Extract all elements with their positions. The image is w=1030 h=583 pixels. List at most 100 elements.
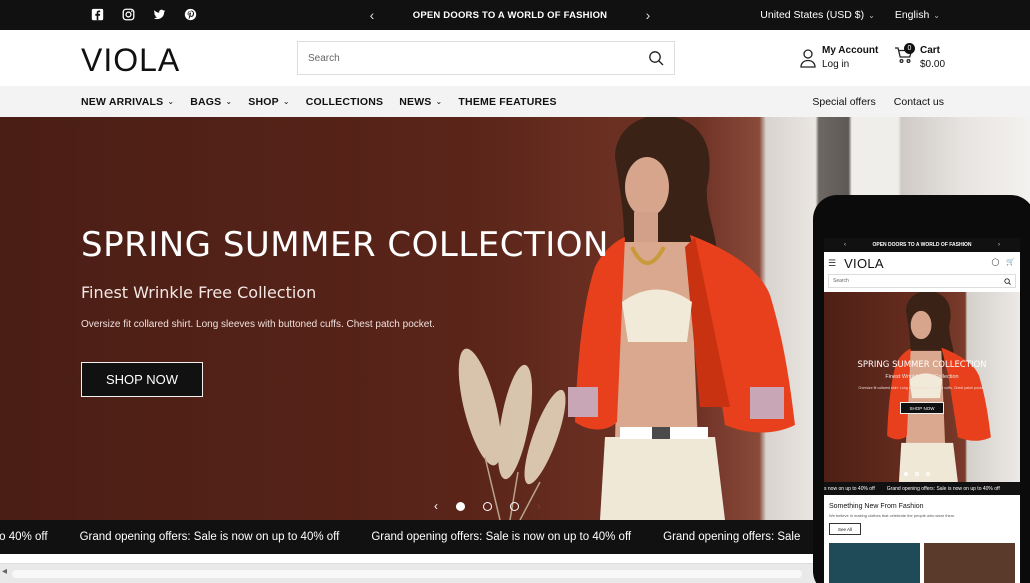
chevron-right-icon: › <box>997 242 1000 248</box>
slide-dot-1[interactable] <box>456 501 465 511</box>
main-nav: NEW ARRIVALS ⌄ BAGS ⌄ SHOP ⌄ COLLECTIONS NEWS ⌄ T… <box>0 86 1030 117</box>
search-icon[interactable] <box>648 50 664 66</box>
marquee-item: Grand opening offers: Sale <box>663 531 801 543</box>
locale-selectors: United States (USD $) ⌄ English ⌄ <box>760 0 940 30</box>
phone-slide-dot <box>904 472 908 476</box>
phone-new-section: Something New From Fashion We believe in… <box>824 495 1020 543</box>
account-link[interactable]: My Account Log in <box>800 45 878 70</box>
phone-marquee: s now on up to 40% off Grand opening off… <box>824 482 1020 495</box>
nav-link-contact-us[interactable]: Contact us <box>894 96 944 108</box>
account-title: My Account <box>822 45 879 56</box>
pampas-grass-image <box>458 348 566 520</box>
cart-count-badge: 0 <box>904 43 915 54</box>
announcement-next-icon[interactable]: › <box>636 7 660 23</box>
twitter-icon[interactable] <box>153 8 166 21</box>
phone-search: Search <box>828 274 1016 288</box>
phone-section-title: Something New From Fashion <box>829 503 924 510</box>
phone-header: ☰ VIOLA ◯ 🛒 <box>824 252 1020 274</box>
marquee-item: Grand opening offers: Sale is now on up … <box>371 531 632 543</box>
scrollbar-thumb[interactable] <box>12 570 802 578</box>
cart-title: Cart <box>920 45 941 56</box>
nav-item-label: NEWS <box>399 95 432 108</box>
nav-item-label: NEW ARRIVALS <box>81 95 164 108</box>
phone-thumb <box>924 543 1015 583</box>
nav-right-links: Special offers Contact us <box>812 96 944 108</box>
nav-items: NEW ARRIVALS ⌄ BAGS ⌄ SHOP ⌄ COLLECTIONS NEWS ⌄ T… <box>81 96 557 108</box>
nav-item-label: BAGS <box>190 95 222 108</box>
phone-slide-dot <box>915 472 919 476</box>
shop-now-button[interactable]: SHOP NOW <box>81 362 203 397</box>
announcement-text: OPEN DOORS TO A WORLD OF FASHION <box>412 9 608 21</box>
cart-link[interactable]: 0 Cart $0.00 <box>894 43 946 70</box>
scroll-left-icon[interactable]: ◂ <box>2 566 7 577</box>
hero-subtitle: Finest Wrinkle Free Collection <box>81 283 317 302</box>
chevron-down-icon: ⌄ <box>167 97 175 106</box>
login-link[interactable]: Log in <box>822 59 878 70</box>
search-input[interactable] <box>308 52 648 64</box>
announcement-bar: ‹ OPEN DOORS TO A WORLD OF FASHION › <box>360 0 660 30</box>
phone-hero: SPRING SUMMER COLLECTION Finest Wrinkle … <box>824 292 1020 482</box>
search-box <box>297 41 675 75</box>
marquee-item: Grand opening offers: Sale is now on up … <box>79 531 340 543</box>
nav-item-label: COLLECTIONS <box>305 95 384 108</box>
phone-hero-subtitle: Finest Wrinkle Free Collection <box>885 374 959 380</box>
nav-item-shop[interactable]: SHOP ⌄ <box>248 96 289 108</box>
slide-dot-2[interactable] <box>483 501 492 511</box>
social-links <box>91 8 197 21</box>
nav-item-label: SHOP <box>248 95 279 108</box>
phone-hero-title: SPRING SUMMER COLLECTION <box>857 360 987 370</box>
nav-item-news[interactable]: NEWS ⌄ <box>399 96 442 108</box>
chevron-down-icon: ⌄ <box>435 97 443 106</box>
phone-marquee-item: s now on up to 40% off <box>824 485 875 492</box>
slider-controls: ‹ › <box>434 499 541 513</box>
nav-item-theme-features[interactable]: THEME FEATURES <box>458 96 556 108</box>
currency-label: United States (USD $) <box>760 9 865 21</box>
instagram-icon[interactable] <box>122 8 135 21</box>
chevron-down-icon: ⌄ <box>933 11 940 20</box>
phone-section-description: We believe in making clothes that celebr… <box>829 513 956 518</box>
chevron-left-icon: ‹ <box>844 242 846 248</box>
currency-selector[interactable]: United States (USD $) ⌄ <box>760 9 875 21</box>
hero-title: SPRING SUMMER COLLECTION <box>81 225 609 265</box>
phone-hero-description: Oversize fit collared shirt. Long sleeve… <box>858 386 986 390</box>
nav-item-new-arrivals[interactable]: NEW ARRIVALS ⌄ <box>81 96 174 108</box>
user-icon: ◯ <box>991 259 1000 266</box>
announcement-prev-icon[interactable]: ‹ <box>360 7 384 23</box>
model-photo <box>568 117 795 520</box>
chevron-down-icon: ⌄ <box>282 97 290 106</box>
slide-dot-3[interactable] <box>510 501 519 511</box>
phone-header-icons: ◯ 🛒 <box>991 258 1015 266</box>
phone-search-placeholder: Search <box>833 278 849 284</box>
top-bar: ‹ OPEN DOORS TO A WORLD OF FASHION › Uni… <box>0 0 1030 30</box>
phone-slide-dot <box>926 472 930 476</box>
site-logo[interactable]: VIOLA <box>81 42 180 79</box>
chevron-down-icon: ⌄ <box>225 97 233 106</box>
pinterest-icon[interactable] <box>184 8 197 21</box>
search-icon <box>1004 277 1011 285</box>
phone-thumb <box>829 543 920 583</box>
nav-item-collections[interactable]: COLLECTIONS <box>306 96 383 108</box>
slider-prev-icon[interactable]: ‹ <box>434 499 438 513</box>
chevron-down-icon: ⌄ <box>868 11 875 20</box>
phone-slider-dots <box>904 472 930 476</box>
phone-announcement-text: OPEN DOORS TO A WORLD OF FASHION <box>872 242 972 248</box>
phone-mockup: ‹ OPEN DOORS TO A WORLD OF FASHION › ☰ V… <box>813 195 1030 583</box>
language-label: English <box>894 9 930 21</box>
hero-description: Oversize fit collared shirt. Long sleeve… <box>81 319 435 330</box>
nav-item-label: THEME FEATURES <box>458 95 557 108</box>
phone-screen: ‹ OPEN DOORS TO A WORLD OF FASHION › ☰ V… <box>824 238 1020 583</box>
language-selector[interactable]: English ⌄ <box>895 9 940 21</box>
phone-logo: VIOLA <box>844 255 884 271</box>
nav-link-special-offers[interactable]: Special offers <box>812 96 875 108</box>
nav-item-bags[interactable]: BAGS ⌄ <box>190 96 232 108</box>
slider-next-icon[interactable]: › <box>537 499 541 513</box>
phone-shop-now-button: SHOP NOW <box>900 402 944 414</box>
facebook-icon[interactable] <box>91 8 104 21</box>
menu-icon: ☰ <box>828 257 837 268</box>
phone-product-thumbs <box>824 543 1020 583</box>
cart-amount: $0.00 <box>920 59 946 70</box>
marquee-item: up to 40% off <box>0 531 48 543</box>
phone-marquee-item: Grand opening offers: Sale is now on up … <box>886 485 1000 492</box>
phone-announcement-bar: ‹ OPEN DOORS TO A WORLD OF FASHION › <box>824 238 1020 252</box>
phone-see-all-button: See All <box>829 523 861 535</box>
